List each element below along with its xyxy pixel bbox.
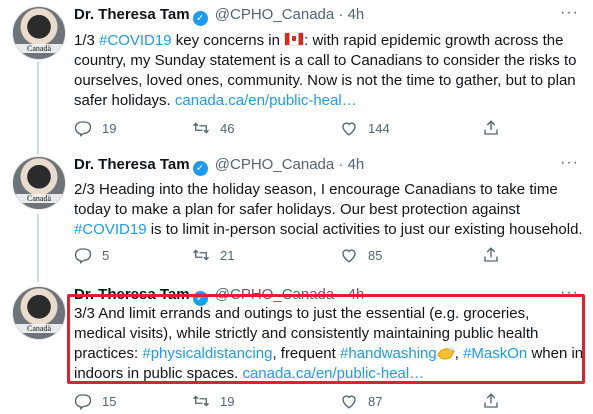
- tweet-link[interactable]: canada.ca/en/public-heal…: [175, 92, 357, 109]
- retweet-button[interactable]: 21: [192, 246, 234, 264]
- tweet-1[interactable]: Canadä Dr. Theresa Tam ✓ @CPHO_Canada · 4…: [0, 0, 593, 150]
- more-options-icon[interactable]: ···: [560, 4, 579, 22]
- avatar[interactable]: Canadä: [12, 156, 66, 210]
- tweet-text: 1/3 #COVID19 key concerns in : with rapi…: [74, 31, 584, 111]
- avatar-label: Canadä: [13, 194, 65, 203]
- tweet-actions: 5 21 85: [74, 246, 504, 266]
- hashtag-physicaldistancing[interactable]: #physicaldistancing: [142, 345, 272, 362]
- more-options-icon[interactable]: ···: [560, 284, 579, 302]
- tweet-header: Dr. Theresa Tam ✓ @CPHO_Canada · 4h: [74, 286, 364, 306]
- more-options-icon[interactable]: ···: [560, 154, 579, 172]
- tweet-text-segment: is to limit in-person social activities …: [146, 221, 583, 238]
- separator-dot: ·: [338, 156, 344, 173]
- hand-soap-emoji-icon: [437, 346, 455, 360]
- tweet-actions: 19 46 144: [74, 119, 504, 139]
- verified-badge-icon: ✓: [192, 161, 208, 176]
- hashtag-covid19[interactable]: #COVID19: [99, 32, 172, 49]
- hashtag-covid19[interactable]: #COVID19: [74, 221, 147, 238]
- avatar[interactable]: Canadä: [12, 6, 66, 60]
- share-button[interactable]: [482, 392, 510, 410]
- reply-button[interactable]: 15: [74, 392, 116, 410]
- canada-flag-icon: [284, 32, 305, 46]
- heart-icon: [342, 122, 356, 136]
- avatar-label: Canadä: [13, 324, 65, 333]
- like-button[interactable]: 144: [340, 119, 390, 137]
- like-count: 87: [368, 394, 383, 409]
- reply-count: 15: [102, 394, 117, 409]
- tweet-link[interactable]: canada.ca/en/public-heal…: [242, 365, 424, 382]
- separator-dot: ·: [338, 286, 344, 303]
- author-handle[interactable]: @CPHO_Canada: [215, 286, 334, 303]
- tweet-3[interactable]: Canadä Dr. Theresa Tam ✓ @CPHO_Canada · 4…: [0, 280, 593, 414]
- hashtag-maskon[interactable]: #MaskOn: [463, 345, 527, 362]
- share-icon: [484, 120, 498, 135]
- share-icon: [484, 247, 498, 262]
- author-handle[interactable]: @CPHO_Canada: [215, 6, 334, 23]
- tweet-text: 2/3 Heading into the holiday season, I e…: [74, 180, 584, 240]
- tweet-text-segment: 2/3 Heading into the holiday season, I e…: [74, 181, 558, 218]
- retweet-button[interactable]: 46: [192, 119, 234, 137]
- reply-count: 19: [102, 121, 117, 136]
- like-count: 144: [368, 121, 390, 136]
- retweet-icon: [193, 122, 209, 134]
- tweet-2[interactable]: Canadä Dr. Theresa Tam ✓ @CPHO_Canada · 4…: [0, 150, 593, 280]
- share-icon: [484, 393, 498, 408]
- share-button[interactable]: [482, 246, 510, 264]
- separator-dot: ·: [338, 6, 344, 23]
- reply-button[interactable]: 5: [74, 246, 109, 264]
- reply-icon: [74, 248, 92, 264]
- heart-icon: [342, 249, 356, 263]
- timestamp[interactable]: 4h: [348, 286, 365, 303]
- verified-badge-icon: ✓: [192, 11, 208, 26]
- like-button[interactable]: 87: [340, 392, 382, 410]
- tweet-header: Dr. Theresa Tam ✓ @CPHO_Canada · 4h: [74, 156, 364, 176]
- retweet-icon: [193, 395, 209, 407]
- reply-icon: [74, 394, 92, 410]
- author-name[interactable]: Dr. Theresa Tam: [74, 6, 190, 23]
- tweet-text-segment: , frequent: [272, 345, 340, 362]
- share-button[interactable]: [482, 119, 510, 137]
- like-count: 85: [368, 248, 383, 263]
- avatar[interactable]: Canadä: [12, 286, 66, 340]
- like-button[interactable]: 85: [340, 246, 382, 264]
- reply-icon: [74, 121, 92, 137]
- reply-button[interactable]: 19: [74, 119, 116, 137]
- retweet-icon: [193, 249, 209, 261]
- retweet-count: 46: [220, 121, 235, 136]
- tweet-text-segment: ,: [454, 345, 464, 362]
- author-handle[interactable]: @CPHO_Canada: [215, 156, 334, 173]
- retweet-button[interactable]: 19: [192, 392, 234, 410]
- avatar-label: Canadä: [13, 44, 65, 53]
- reply-count: 5: [102, 248, 110, 263]
- tweet-header: Dr. Theresa Tam ✓ @CPHO_Canada · 4h: [74, 6, 364, 26]
- timestamp[interactable]: 4h: [348, 6, 365, 23]
- retweet-count: 21: [220, 248, 235, 263]
- retweet-count: 19: [220, 394, 235, 409]
- tweet-actions: 15 19 87: [74, 392, 504, 412]
- heart-icon: [342, 395, 356, 409]
- hashtag-handwashing[interactable]: #handwashing: [340, 345, 437, 362]
- author-name[interactable]: Dr. Theresa Tam: [74, 156, 190, 173]
- tweet-text-segment: key concerns in: [171, 32, 285, 49]
- timestamp[interactable]: 4h: [348, 156, 365, 173]
- tweet-text-segment: 1/3: [74, 32, 100, 49]
- author-name[interactable]: Dr. Theresa Tam: [74, 286, 190, 303]
- tweet-text: 3/3 And limit errands and outings to jus…: [74, 304, 584, 384]
